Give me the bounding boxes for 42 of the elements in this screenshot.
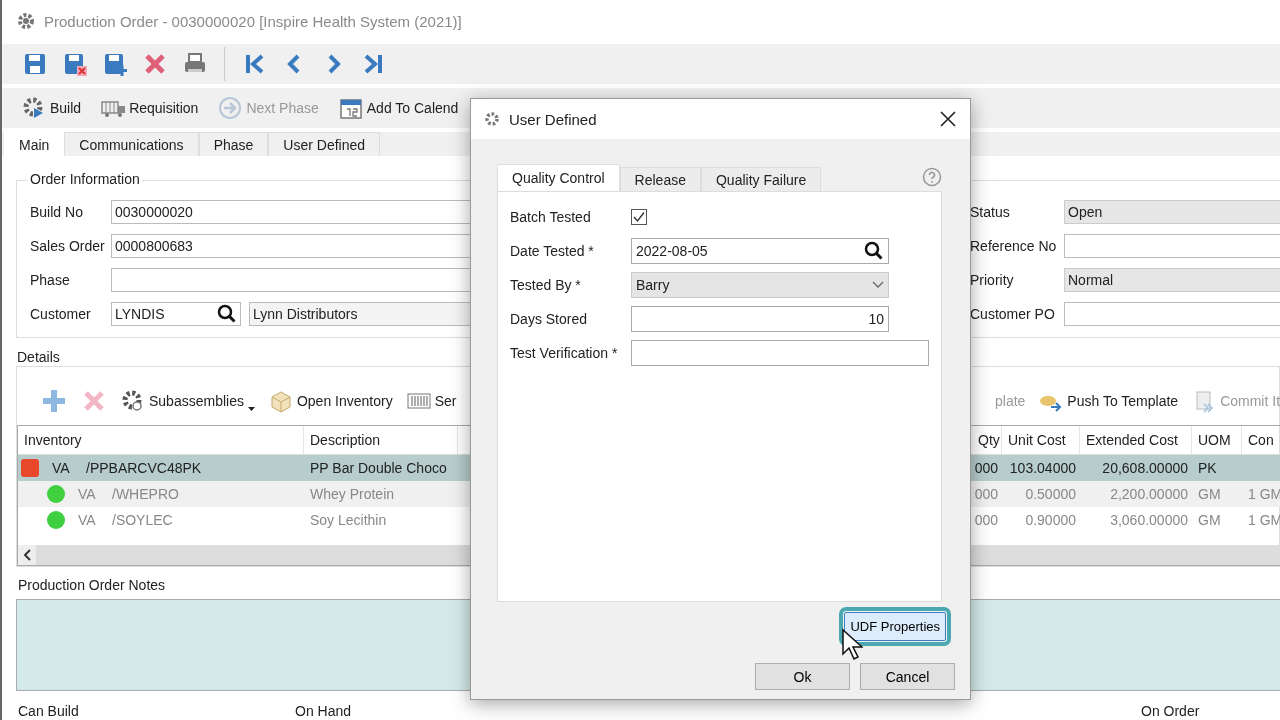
table-cell-text: 0.50000 [1024, 486, 1077, 502]
field-label: Sales Order [30, 238, 106, 254]
summary-label: Can Build [18, 703, 80, 719]
table-cell-text: Whey Protein [309, 486, 396, 502]
table-cell-text: VA [78, 512, 97, 528]
field-label: Customer [30, 306, 92, 322]
dialog-title: User Defined [509, 110, 598, 128]
table-cell-text: Soy Lecithin [309, 512, 388, 528]
table-cell-text: 000 [973, 486, 999, 502]
table-cell: /PPBARCVC48PK [86, 460, 202, 476]
section-label: Production Order Notes [17, 577, 167, 593]
field-label: Tested By * [510, 277, 582, 293]
table-cell: /WHEPRO [112, 486, 179, 502]
group-title: Order Information [28, 171, 142, 187]
table-cell-text: PK [1197, 460, 1218, 476]
table-cell-text: 2,200.00000 [1109, 486, 1189, 502]
table-cell: /SOYLEC [112, 512, 173, 528]
window-title: Production Order - 0030000020 [Inspire Health System (2021)] [44, 12, 462, 30]
table-cell-text: GM [1197, 486, 1222, 502]
table-cell-text: 000 [973, 512, 999, 528]
summary-label: On Hand [295, 703, 353, 719]
field-label: Customer PO [970, 306, 1056, 322]
table-cell-text: 3,060.00000 [1109, 512, 1189, 528]
table-cell-text: 103.04000 [1008, 460, 1077, 476]
table-cell-text: 20,608.00000 [1101, 460, 1189, 476]
table-cell-text: 000 [973, 460, 999, 476]
field-label: Priority [970, 272, 1015, 288]
field-label: Phase [30, 272, 71, 288]
field-label: Date Tested * [510, 243, 595, 259]
table-cell-text: 0.90000 [1024, 512, 1077, 528]
field-label: Days Stored [510, 311, 589, 327]
field-label: Reference No [970, 238, 1058, 254]
table-cell-text: PP Bar Double Choco [309, 460, 448, 476]
table-cell-text: VA [52, 460, 71, 476]
table-cell-text: GM [1197, 512, 1222, 528]
group-title: Details [15, 349, 62, 365]
summary-label: On Order [1141, 703, 1200, 719]
field-label: Batch Tested [510, 209, 592, 225]
field-label: Build No [30, 204, 84, 220]
field-label: Status [970, 204, 1011, 220]
field-label: Test Verification * [510, 345, 619, 361]
table-cell-text: VA [78, 486, 97, 502]
